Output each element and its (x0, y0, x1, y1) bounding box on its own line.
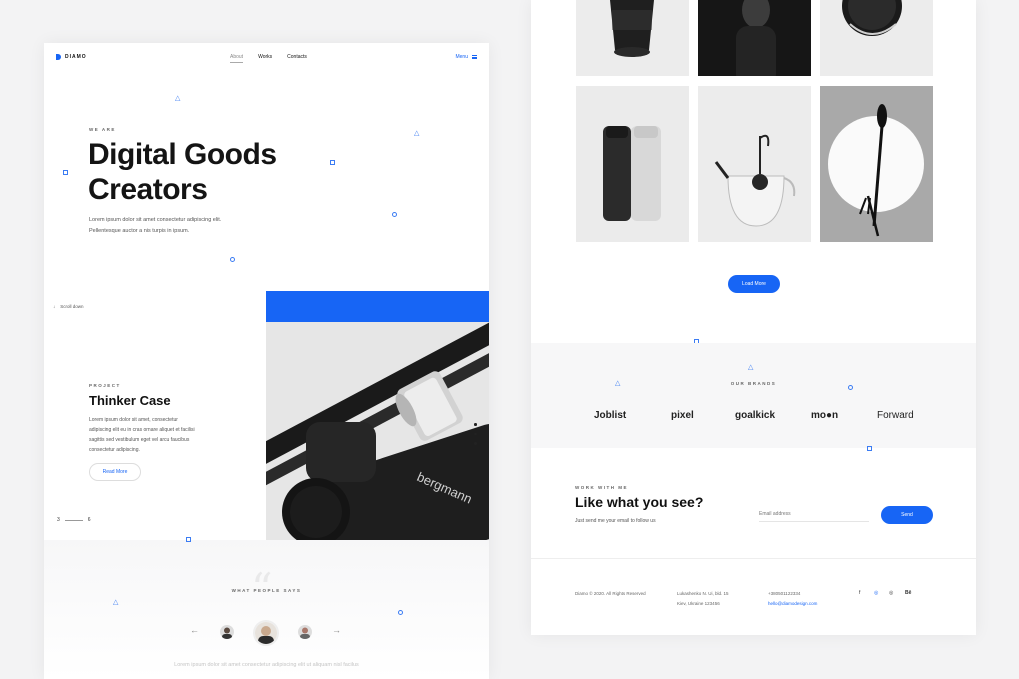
email-field[interactable]: Email address (759, 508, 869, 522)
footer-contacts: +380501122334 hello@diamodesign.com (768, 589, 817, 609)
project-title: Thinker Case (89, 393, 171, 408)
gallery-tile[interactable] (698, 0, 811, 76)
address-line1: Lukashenko N. Ui, bld. 15 (677, 591, 729, 596)
work-title: Like what you see? (575, 494, 704, 510)
hero-text-line2: Pellentesque auctor a nis turpis in ipsu… (89, 228, 190, 234)
square-deco-icon (867, 446, 872, 451)
footer: Diamo © 2020. All Rights Reserved Lukash… (531, 558, 976, 635)
hero-title-line2: Creators (88, 173, 208, 206)
triangle-deco-icon: △ (175, 95, 181, 102)
behance-icon[interactable]: Bē (905, 590, 911, 596)
pager-progress (64, 519, 83, 521)
project-eyebrow: PROJECT (89, 383, 121, 388)
footer-copyright: Diamo © 2020. All Rights Reserved (575, 591, 646, 596)
brands-section: OUR BRANDS △ △ Joblist pixel goalkick mo… (531, 343, 976, 448)
avatar[interactable] (220, 625, 234, 639)
triangle-deco-icon: △ (113, 599, 119, 606)
hero-text-line1: Lorem ipsum dolor sit amet consectetur a… (89, 217, 222, 223)
brands-eyebrow: OUR BRANDS (730, 381, 777, 386)
circle-deco-icon (848, 385, 853, 390)
plate-product-image (820, 86, 933, 242)
hero-eyebrow: WE ARE (89, 127, 116, 132)
brand-logo-joblist: Joblist (594, 410, 627, 421)
logo-text: DIAMO (65, 54, 87, 60)
square-deco-icon (186, 537, 191, 542)
work-description: Just send me your email to follow us (575, 518, 656, 524)
pen-product-illustration: bergmann (266, 322, 489, 540)
work-eyebrow: WORK WITH ME (575, 485, 628, 490)
slider-dots (474, 423, 477, 445)
square-deco-icon (63, 170, 68, 175)
nav-works[interactable]: Works (258, 54, 272, 63)
gallery-tile[interactable] (698, 86, 811, 242)
works-page-preview: Load More OUR BRANDS △ △ Joblist pixel g… (531, 0, 976, 635)
testimonials-eyebrow: WHAT PEOPLE SAYS (231, 588, 302, 593)
circle-deco-icon (230, 257, 235, 262)
circle-deco-icon (392, 212, 397, 217)
scroll-down-label: Scroll down (60, 304, 84, 309)
instagram-icon[interactable]: ◎ (889, 590, 893, 596)
triangle-deco-icon: △ (414, 130, 420, 137)
clock-product-image (820, 0, 933, 76)
logo-mark-icon (56, 54, 61, 60)
gallery-tile[interactable] (576, 0, 689, 76)
brand-logo-forward: Forward (877, 410, 914, 421)
avatar-active[interactable] (253, 620, 279, 646)
address-line2: Kiev, Ukraine 123456 (677, 601, 720, 606)
project-image[interactable]: bergmann (266, 322, 489, 540)
home-page-preview: DIAMO About Works Contacts Menu △ △ WE A… (44, 43, 489, 679)
nav-contacts[interactable]: Contacts (287, 54, 307, 63)
hero-title-line1: Digital Goods (88, 138, 277, 171)
load-more-button[interactable]: Load More (728, 275, 780, 293)
accent-bar (266, 291, 489, 322)
brand-logo-goalkick: goalkick (735, 410, 776, 421)
brand-logo-pixel: pixel (671, 410, 694, 421)
footer-address: Lukashenko N. Ui, bld. 15 Kiev, Ukraine … (677, 589, 729, 609)
linkedin-icon[interactable]: ◎ (874, 590, 878, 596)
read-more-button[interactable]: Read More (89, 463, 141, 481)
facebook-icon[interactable]: f (859, 590, 860, 596)
menu-label: Menu (455, 54, 468, 60)
scroll-down[interactable]: ↓ Scroll down (53, 304, 84, 309)
brand-logo-moon: mo●n (811, 410, 839, 421)
pager-total: 6 (87, 517, 91, 523)
pager-current: 3 (57, 517, 60, 523)
portrait-image (698, 0, 811, 76)
gallery-tile[interactable] (820, 0, 933, 76)
main-nav: About Works Contacts (230, 54, 307, 63)
send-button[interactable]: Send (881, 506, 933, 524)
teapot-product-image (698, 86, 811, 242)
slider-pager: 3 6 (57, 517, 91, 523)
slider-dot[interactable] (474, 442, 477, 445)
menu-button[interactable]: Menu (455, 54, 477, 60)
gallery-tile[interactable] (820, 86, 933, 242)
square-deco-icon (330, 160, 335, 165)
grinders-product-image (576, 86, 689, 242)
logo[interactable]: DIAMO (56, 54, 87, 60)
hamburger-icon (472, 55, 477, 59)
hero-description: Lorem ipsum dolor sit amet consectetur a… (89, 215, 239, 237)
slider-dot[interactable] (474, 432, 477, 435)
slider-dot[interactable] (474, 423, 477, 426)
gallery-tile[interactable] (576, 86, 689, 242)
nav-about[interactable]: About (230, 54, 244, 63)
triangle-deco-icon: △ (748, 364, 754, 371)
footer-phone[interactable]: +380501122334 (768, 589, 817, 599)
speaker-product-image (576, 0, 689, 76)
triangle-deco-icon: △ (615, 380, 621, 387)
next-arrow-icon[interactable]: → (332, 625, 341, 635)
footer-email-link[interactable]: hello@diamodesign.com (768, 599, 817, 609)
arrow-down-icon: ↓ (53, 304, 56, 309)
circle-deco-icon (398, 610, 403, 615)
prev-arrow-icon[interactable]: ← (190, 625, 199, 635)
project-description: Lorem ipsum dolor sit amet, consectetur … (89, 417, 195, 453)
avatar[interactable] (298, 625, 312, 639)
testimonial-text: Lorem ipsum dolor sit amet consectetur a… (174, 662, 359, 668)
hero-title: Digital Goods Creators (88, 137, 277, 207)
